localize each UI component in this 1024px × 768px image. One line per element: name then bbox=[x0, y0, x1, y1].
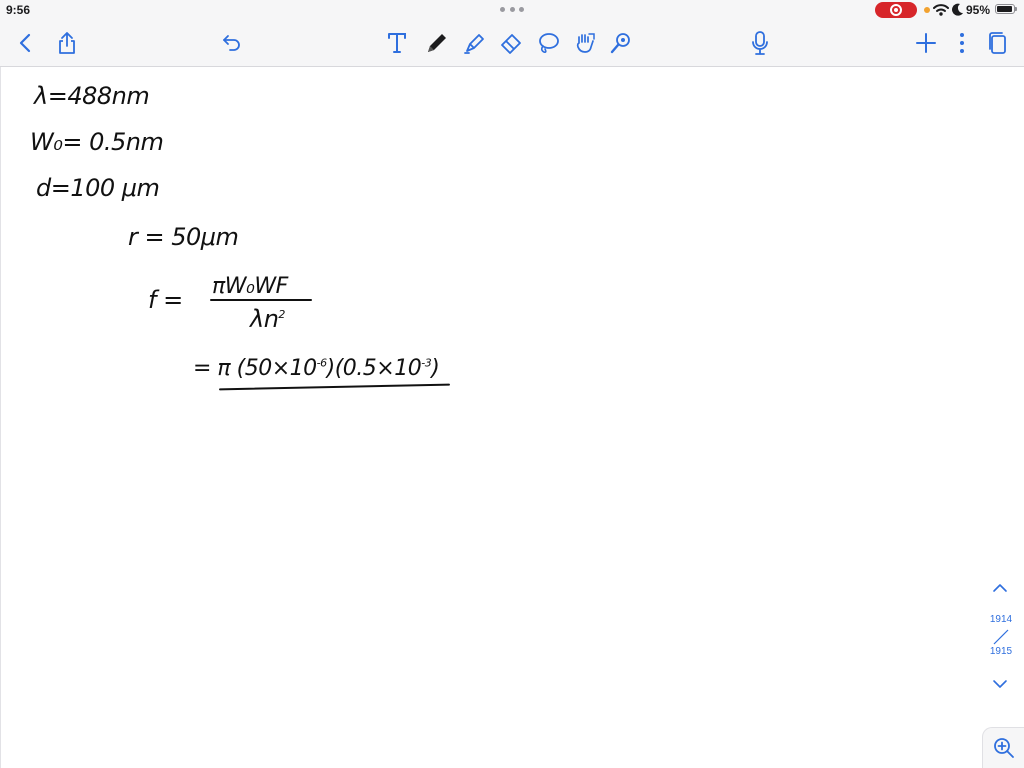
note-f-label: f = bbox=[148, 286, 183, 314]
text-tool-icon[interactable] bbox=[384, 30, 410, 56]
zoom-button[interactable] bbox=[982, 727, 1024, 768]
note-denominator-exp: 2 bbox=[278, 308, 285, 321]
next-page-chevron-icon[interactable] bbox=[992, 678, 1008, 690]
microphone-indicator-dot bbox=[924, 7, 930, 13]
laser-pointer-icon[interactable] bbox=[608, 30, 634, 56]
previous-page-chevron-icon[interactable] bbox=[992, 582, 1008, 594]
shape-hand-icon[interactable] bbox=[572, 30, 598, 56]
fraction-bar bbox=[210, 299, 312, 301]
note-line-distance: d=100 μm bbox=[36, 174, 160, 202]
battery-icon bbox=[995, 4, 1017, 14]
note-line-waist: W₀= 0.5nm bbox=[30, 128, 164, 156]
battery-percent: 95% bbox=[966, 3, 991, 17]
sub-part-3: ) bbox=[431, 356, 440, 381]
note-denominator-base: λn bbox=[250, 305, 279, 333]
page-separator bbox=[993, 629, 1009, 645]
page-edge bbox=[0, 67, 1, 768]
back-chevron-icon[interactable] bbox=[12, 30, 38, 56]
total-pages-number[interactable]: 1915 bbox=[986, 646, 1016, 657]
wifi-icon bbox=[933, 4, 949, 16]
zoom-in-icon bbox=[993, 738, 1014, 758]
undo-icon[interactable] bbox=[219, 30, 245, 56]
note-line-wavelength: λ=488nm bbox=[34, 82, 150, 110]
status-bar: 9:56 95% bbox=[0, 0, 1024, 20]
screen-recording-icon[interactable] bbox=[875, 2, 917, 18]
more-options-icon[interactable] bbox=[949, 30, 975, 56]
note-page[interactable] bbox=[0, 67, 1024, 768]
do-not-disturb-moon-icon bbox=[952, 3, 963, 16]
status-time: 9:56 bbox=[6, 3, 31, 17]
note-numerator: πW₀WF bbox=[212, 274, 288, 299]
pages-icon[interactable] bbox=[985, 30, 1011, 56]
add-page-icon[interactable] bbox=[913, 30, 939, 56]
sub-part-2: )(0.5×10 bbox=[326, 356, 422, 381]
sub-exp-2: -3 bbox=[421, 356, 432, 370]
pen-icon[interactable] bbox=[424, 30, 450, 56]
note-line-substitution: = π (50×10-6)(0.5×10-3) bbox=[193, 356, 440, 381]
microphone-icon[interactable] bbox=[747, 30, 773, 56]
note-line-radius: r = 50μm bbox=[128, 223, 239, 251]
eraser-icon[interactable] bbox=[498, 30, 524, 56]
multitasking-dots-icon[interactable] bbox=[500, 4, 524, 14]
share-icon[interactable] bbox=[54, 30, 80, 56]
sub-part-1: = π (50×10 bbox=[193, 356, 317, 381]
toolbar bbox=[0, 20, 1024, 67]
highlighter-icon[interactable] bbox=[462, 30, 488, 56]
note-denominator: λn2 bbox=[250, 305, 285, 333]
sub-exp-1: -6 bbox=[316, 356, 327, 370]
current-page-number[interactable]: 1914 bbox=[986, 614, 1016, 625]
lasso-icon[interactable] bbox=[535, 30, 561, 56]
